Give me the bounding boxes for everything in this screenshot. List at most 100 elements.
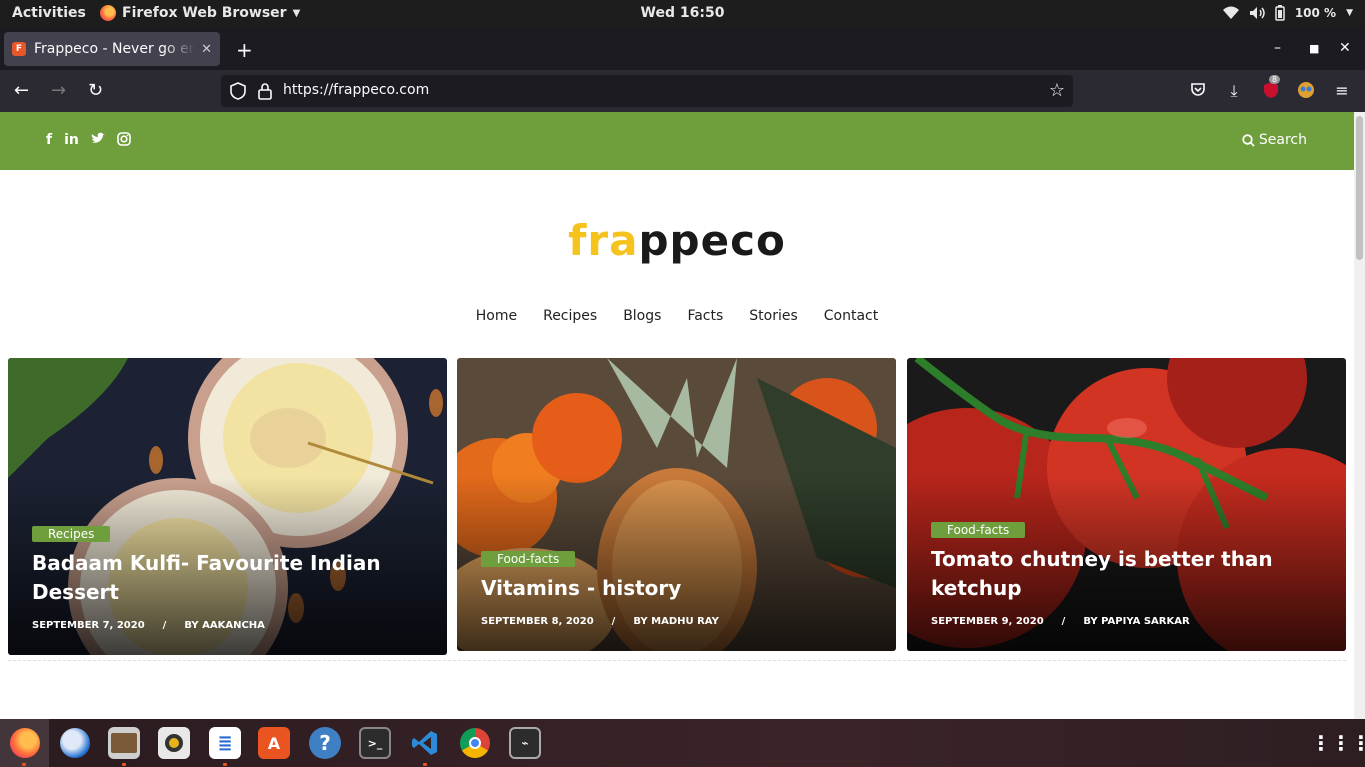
dock-chrome[interactable] (459, 727, 491, 759)
minimize-button[interactable]: – (1274, 40, 1281, 56)
search-icon (1242, 133, 1255, 147)
running-indicator (223, 763, 227, 766)
maximize-button[interactable]: ■ (1309, 42, 1319, 55)
extension-badge: 8 (1269, 75, 1281, 84)
menu-item-blogs[interactable]: Blogs (623, 308, 661, 324)
search-label: Search (1258, 132, 1307, 148)
page-viewport: f in Search frappeco Home Recipes Blogs … (0, 112, 1354, 719)
dock-software[interactable]: A (258, 727, 290, 759)
dock-firefox[interactable] (0, 719, 49, 767)
post-author[interactable]: BY PAPIYA SARKAR (1083, 616, 1189, 627)
system-monitor-icon: ⌁ (521, 736, 529, 750)
dock-files[interactable] (108, 727, 140, 759)
chevron-down-icon: ▼ (1346, 8, 1353, 18)
post-date: SEPTEMBER 8, 2020 (481, 616, 594, 627)
dock-writer[interactable]: ≣ (209, 727, 241, 759)
menu-item-facts[interactable]: Facts (687, 308, 723, 324)
main-menu: Home Recipes Blogs Facts Stories Contact (0, 308, 1354, 324)
category-badge[interactable]: Recipes (32, 526, 111, 542)
site-search-link[interactable]: Search (1242, 132, 1307, 148)
running-indicator (122, 763, 126, 766)
instagram-icon[interactable] (117, 132, 131, 146)
dock-vscode[interactable] (409, 727, 441, 759)
rhythmbox-icon (165, 734, 183, 752)
close-window-button[interactable]: ✕ (1339, 40, 1351, 56)
address-bar[interactable]: https://frappeco.com ☆ (221, 75, 1073, 107)
app-menu[interactable]: Firefox Web Browser ▼ (100, 5, 300, 21)
post-card[interactable]: Recipes Badaam Kulfi- Favourite Indian D… (8, 358, 447, 655)
post-title[interactable]: Tomato chutney is better than ketchup (931, 545, 1322, 603)
forward-button[interactable]: → (51, 80, 66, 101)
bookmark-star-icon[interactable]: ☆ (1049, 80, 1065, 101)
show-applications-button[interactable]: ⋮⋮⋮ (1311, 727, 1365, 759)
pocket-icon[interactable] (1188, 81, 1208, 101)
system-top-bar: Activities Firefox Web Browser ▼ Wed 16:… (0, 0, 1365, 28)
category-badge[interactable]: Food-facts (931, 522, 1026, 538)
back-button[interactable]: ← (14, 80, 29, 101)
browser-tab[interactable]: F Frappeco - Never go empty stomach ✕ (4, 32, 220, 66)
social-links: f in (46, 132, 131, 148)
tab-strip: F Frappeco - Never go empty stomach ✕ + … (0, 28, 1365, 70)
battery-icon (1275, 5, 1285, 21)
firefox-icon (9, 728, 40, 758)
thunderbird-icon (60, 728, 90, 758)
url-text[interactable]: https://frappeco.com (283, 82, 429, 98)
menu-item-stories[interactable]: Stories (749, 308, 798, 324)
lock-icon[interactable] (258, 82, 272, 100)
writer-document-icon: ≣ (217, 732, 233, 754)
post-card[interactable]: Food-facts Vitamins - history SEPTEMBER … (457, 358, 896, 651)
facebook-icon[interactable]: f (46, 132, 52, 148)
navigation-toolbar: ← → ↻ https://frappeco.com ☆ ⤓ 8 ≡ (0, 70, 1365, 112)
post-date: SEPTEMBER 7, 2020 (32, 620, 145, 631)
post-meta: SEPTEMBER 9, 2020 / BY PAPIYA SARKAR (931, 616, 1190, 627)
linkedin-icon[interactable]: in (64, 132, 79, 148)
category-badge[interactable]: Food-facts (481, 551, 576, 567)
wifi-icon (1222, 6, 1239, 19)
dock-thunderbird[interactable] (59, 727, 91, 759)
vscode-icon (412, 731, 437, 755)
meta-separator: / (1061, 616, 1066, 627)
terminal-icon: >_ (367, 736, 383, 750)
card-overlay (8, 358, 447, 655)
dock-help[interactable]: ? (309, 727, 341, 759)
page-scrollbar[interactable] (1354, 112, 1365, 719)
running-indicator (423, 763, 427, 766)
post-title[interactable]: Vitamins - history (481, 574, 872, 603)
ublock-extension-icon[interactable]: 8 (1261, 75, 1281, 101)
downloads-icon[interactable]: ⤓ (1224, 81, 1244, 101)
site-logo[interactable]: frappeco (0, 216, 1354, 265)
menu-item-contact[interactable]: Contact (824, 308, 878, 324)
post-date: SEPTEMBER 9, 2020 (931, 616, 1044, 627)
close-tab-icon[interactable]: ✕ (201, 42, 212, 57)
post-author[interactable]: BY AAKANCHA (184, 620, 265, 631)
new-tab-button[interactable]: + (236, 38, 253, 62)
dock-terminal[interactable]: >_ (359, 727, 391, 759)
help-icon: ? (319, 731, 331, 755)
post-meta: SEPTEMBER 8, 2020 / BY MADHU RAY (481, 616, 719, 627)
battery-percent: 100 % (1294, 6, 1337, 20)
post-card[interactable]: Food-facts Tomato chutney is better than… (907, 358, 1346, 651)
post-author[interactable]: BY MADHU RAY (633, 616, 718, 627)
reload-button[interactable]: ↻ (88, 80, 103, 101)
clock[interactable]: Wed 16:50 (641, 5, 725, 21)
hamburger-menu-icon[interactable]: ≡ (1332, 81, 1352, 101)
extension-face-icon[interactable] (1296, 81, 1316, 101)
dock-rhythmbox[interactable] (158, 727, 190, 759)
app-grid-icon: ⋮⋮⋮ (1311, 731, 1365, 755)
activities-button[interactable]: Activities (12, 5, 86, 21)
menu-item-recipes[interactable]: Recipes (543, 308, 597, 324)
dock-system-monitor[interactable]: ⌁ (509, 727, 541, 759)
scrollbar-thumb[interactable] (1356, 116, 1363, 260)
twitter-icon[interactable] (91, 132, 105, 146)
meta-separator: / (611, 616, 616, 627)
tab-title: Frappeco - Never go empty stomach (34, 41, 195, 57)
menu-item-home[interactable]: Home (476, 308, 517, 324)
tracking-shield-icon[interactable] (230, 82, 246, 100)
frappeco-favicon: F (12, 42, 26, 56)
post-title[interactable]: Badaam Kulfi- Favourite Indian Dessert (32, 549, 423, 607)
site-header-bar: f in Search (0, 112, 1354, 170)
status-area[interactable]: 100 % ▼ (1222, 5, 1353, 21)
running-indicator (22, 763, 26, 766)
meta-separator: / (162, 620, 167, 631)
card-overlay (907, 358, 1346, 651)
